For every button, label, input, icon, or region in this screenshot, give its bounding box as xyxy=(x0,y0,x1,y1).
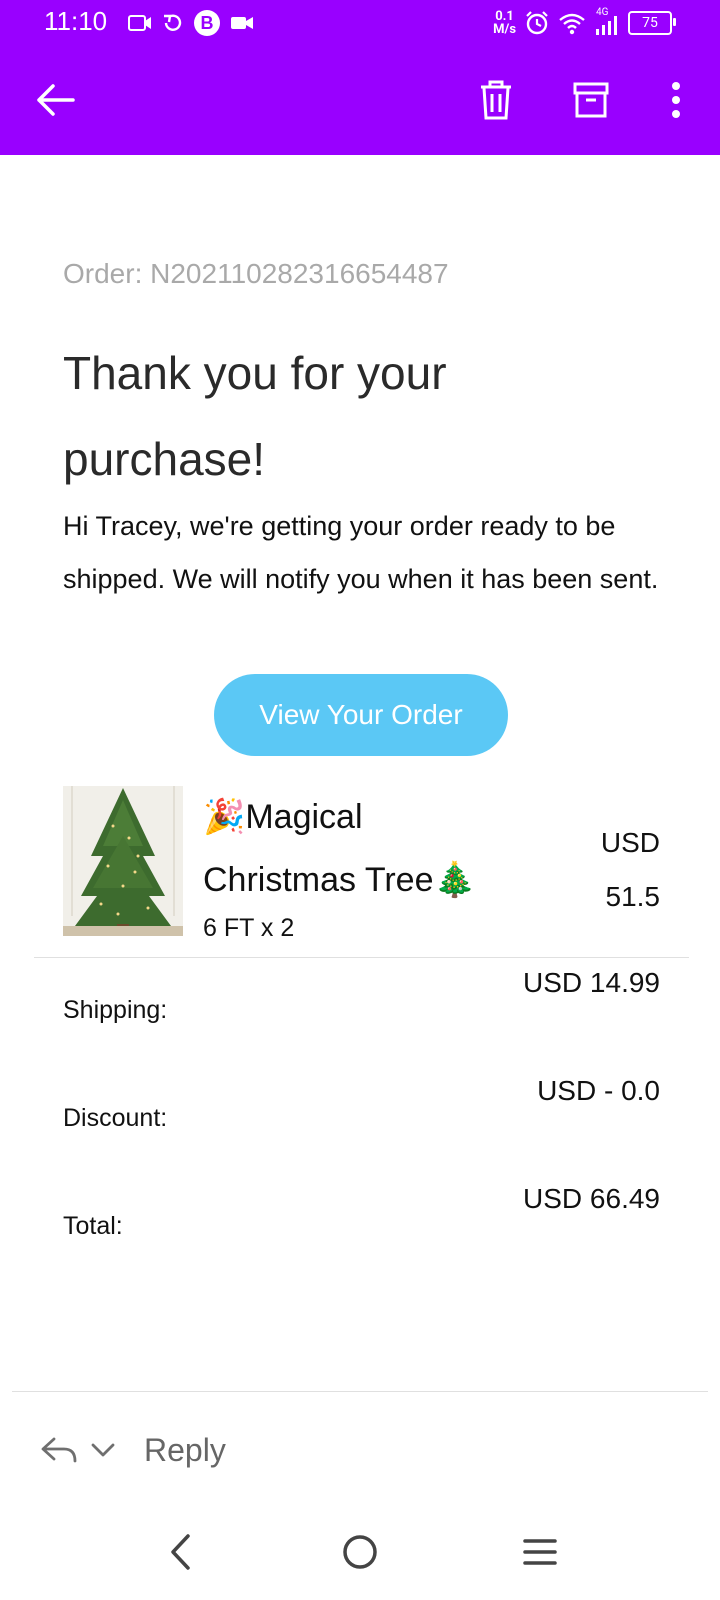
camera-icon xyxy=(231,17,253,29)
status-notification-icons: B xyxy=(128,9,254,37)
discount-label: Discount: xyxy=(63,1104,168,1132)
sync-icon xyxy=(164,14,182,31)
discount-value: USD - 0.0 xyxy=(537,1075,660,1106)
order-id: Order: N202110282316654487 xyxy=(63,258,449,289)
signal-icon xyxy=(596,16,617,35)
app-header: 11:10 B 0.1 M/s 4G 75 xyxy=(0,0,720,155)
reply-icon[interactable] xyxy=(40,1435,78,1465)
email-heading: Thank you for your purchase! xyxy=(63,347,447,485)
circle-home-icon xyxy=(343,1535,377,1569)
more-vertical-icon xyxy=(672,82,680,118)
archive-icon xyxy=(573,82,609,118)
delete-button[interactable] xyxy=(466,70,526,130)
shipping-value: USD 14.99 xyxy=(523,967,660,998)
badge-letter: B xyxy=(200,12,214,33)
product-image[interactable] xyxy=(63,786,183,936)
net-speed-unit: M/s xyxy=(493,22,516,37)
product-price: USD 51.5 xyxy=(600,827,660,912)
nav-menu-button[interactable] xyxy=(510,1522,570,1582)
battery-indicator: 75 xyxy=(628,11,676,35)
product-name[interactable]: 🎉Magical Christmas Tree🎄 xyxy=(203,786,513,912)
reply-label[interactable]: Reply xyxy=(144,1432,226,1469)
status-system-icons: 0.1 M/s 4G 75 xyxy=(493,6,676,40)
badge-b-icon: B xyxy=(194,10,220,36)
status-time: 11:10 xyxy=(44,6,108,36)
net-speed: 0.1 M/s xyxy=(493,10,516,36)
alarm-icon xyxy=(526,11,548,35)
arrow-left-icon xyxy=(37,84,75,116)
signal-indicator: 4G xyxy=(594,7,620,37)
nav-home-button[interactable] xyxy=(330,1522,390,1582)
nav-back-button[interactable] xyxy=(150,1522,210,1582)
archive-button[interactable] xyxy=(561,70,621,130)
wifi-icon xyxy=(559,13,585,35)
system-navigation-bar xyxy=(0,1510,720,1600)
christmas-tree-image xyxy=(63,786,183,936)
view-order-button[interactable]: View Your Order xyxy=(214,674,508,756)
reply-divider xyxy=(12,1391,708,1392)
trash-icon xyxy=(481,80,511,120)
back-button[interactable] xyxy=(25,70,85,130)
status-bar: 11:10 B 0.1 M/s 4G 75 xyxy=(0,0,720,46)
reply-bar[interactable]: Reply xyxy=(40,1420,226,1480)
chevron-down-icon[interactable] xyxy=(90,1442,116,1458)
total-value: USD 66.49 xyxy=(523,1183,660,1214)
video-call-icon xyxy=(128,15,151,31)
chevron-left-icon xyxy=(171,1534,190,1570)
product-variant: 6 FT x 2 xyxy=(203,914,295,942)
email-message: Hi Tracey, we're getting your order read… xyxy=(63,511,659,594)
menu-icon xyxy=(523,1539,557,1565)
shipping-label: Shipping: xyxy=(63,996,168,1024)
total-label: Total: xyxy=(63,1212,123,1240)
more-options-button[interactable] xyxy=(646,70,706,130)
battery-level: 75 xyxy=(642,15,658,31)
